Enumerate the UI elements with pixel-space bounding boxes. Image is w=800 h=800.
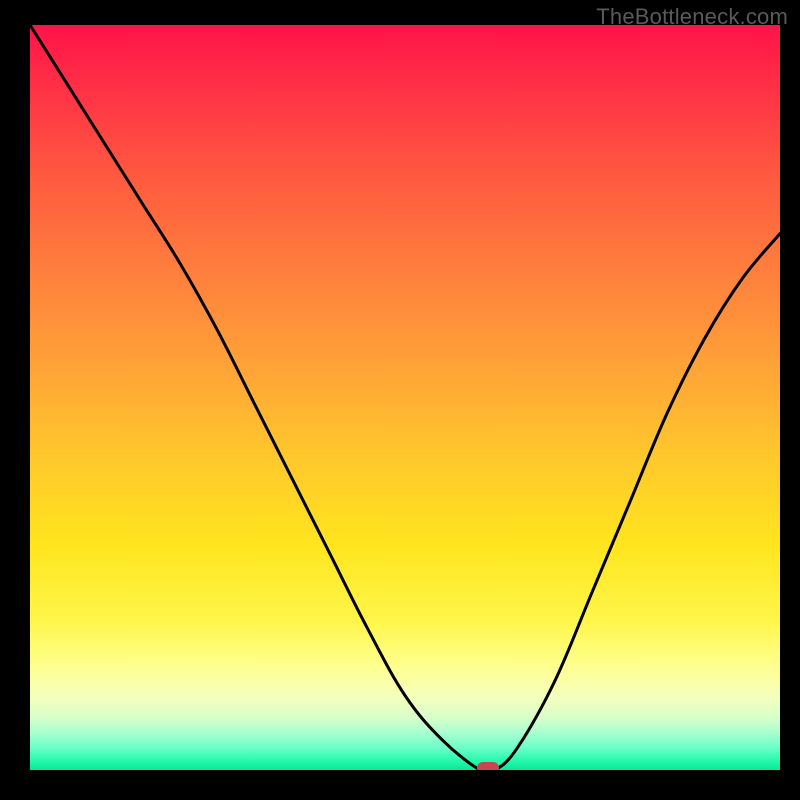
bottleneck-curve [30,25,780,770]
optimal-marker [477,762,499,770]
watermark-text: TheBottleneck.com [596,4,788,30]
chart-stage: TheBottleneck.com [0,0,800,800]
curve-path [30,25,780,770]
plot-area [30,25,780,770]
